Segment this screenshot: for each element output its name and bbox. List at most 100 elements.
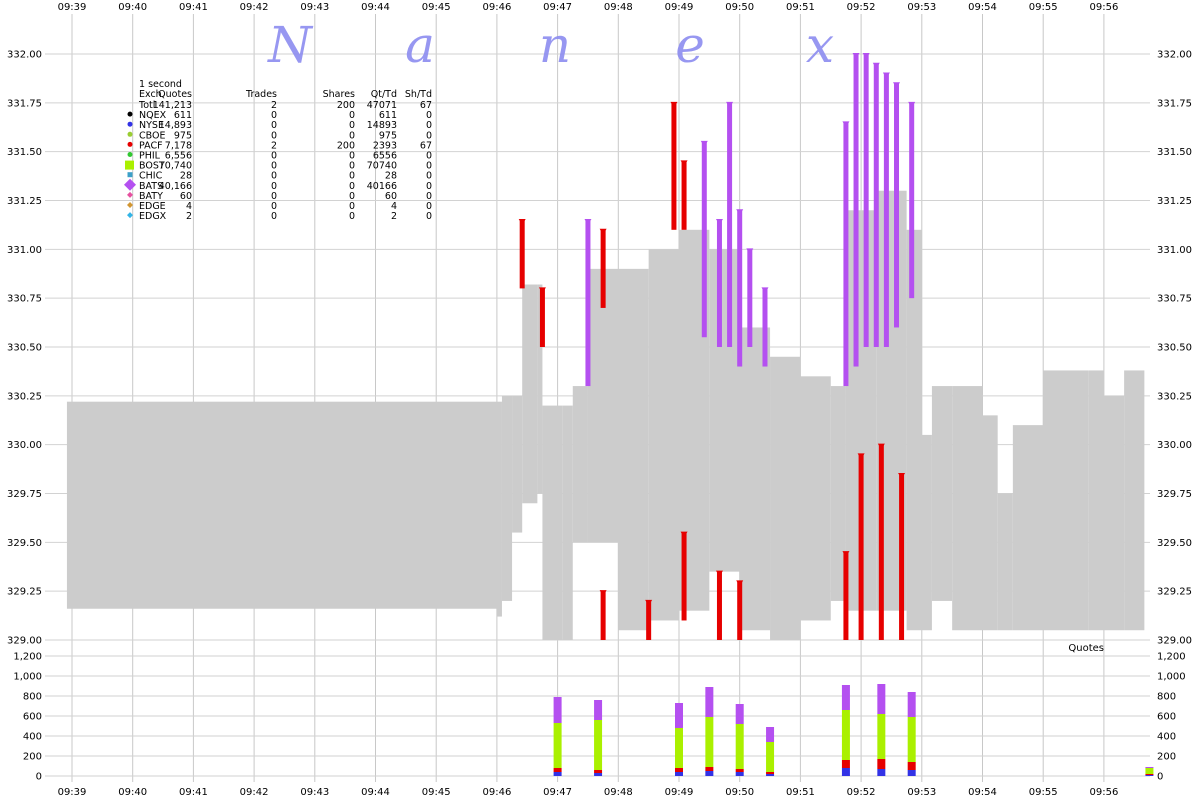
- legend-marker-cboe: [127, 131, 133, 137]
- nbbo-band-segment: [770, 356, 801, 640]
- nbbo-band-segment: [906, 229, 922, 631]
- nbbo-band-segment: [1012, 425, 1044, 631]
- price-tick-label-left: 332.00: [7, 50, 42, 61]
- volume-tick-label-left: 0: [36, 772, 42, 783]
- time-tick-label-top: 09:46: [482, 2, 511, 13]
- legend-header: Qt/Td: [371, 89, 397, 100]
- volume-bar-nyse: [841, 768, 850, 776]
- nbbo-band-segment: [982, 415, 998, 631]
- time-tick-label-bottom: 09:44: [361, 787, 390, 798]
- price-tick-label-left: 331.25: [7, 196, 42, 207]
- quote-spike: [873, 63, 879, 348]
- nbbo-band-segment: [1124, 370, 1145, 631]
- quote-spike: [539, 288, 545, 347]
- price-tick-label-left: 330.50: [7, 343, 42, 354]
- time-tick-label-bottom: 09:45: [422, 787, 451, 798]
- watermark-letter: n: [539, 16, 571, 74]
- price-tick-label-right: 331.75: [1157, 98, 1192, 109]
- volume-tick-label-right: 200: [1157, 752, 1176, 763]
- volume-panel-label: Quotes: [1068, 643, 1104, 654]
- time-tick-label-bottom: 09:50: [725, 787, 754, 798]
- watermark: Na n e x: [267, 16, 834, 74]
- legend-marker-edgx: [127, 212, 133, 219]
- legend-marker-pacf: [127, 141, 133, 147]
- quote-spike: [681, 532, 687, 621]
- legend-cell-shares: 0: [349, 211, 355, 222]
- time-tick-label-bottom: 09:56: [1089, 787, 1118, 798]
- quote-spike: [878, 444, 884, 640]
- legend-marker-phil: [127, 152, 133, 157]
- quote-spike: [883, 73, 889, 348]
- time-tick-label-top: 09:39: [58, 2, 87, 13]
- time-tick-label-bottom: 09:47: [543, 787, 572, 798]
- legend-header: Trades: [245, 89, 277, 100]
- quote-spike: [600, 229, 606, 308]
- price-tick-label-left: 329.00: [7, 636, 42, 647]
- volume-tick-label-left: 800: [23, 692, 42, 703]
- quote-spike: [843, 552, 849, 640]
- quote-spike: [737, 581, 743, 640]
- time-tick-label-bottom: 09:46: [482, 787, 511, 798]
- quote-spike: [899, 473, 905, 640]
- volume-bar-bost: [675, 728, 683, 768]
- volume-bar-bost: [1145, 768, 1154, 774]
- time-tick-label-top: 09:42: [240, 2, 269, 13]
- nbbo-band-segment: [562, 405, 573, 640]
- volume-bar-bats: [907, 692, 916, 717]
- time-tick-label-top: 09:49: [665, 2, 694, 13]
- volume-bar-nyse: [877, 769, 886, 776]
- quote-spike: [519, 220, 525, 289]
- quote-spike: [858, 454, 864, 640]
- price-tick-label-right: 330.50: [1157, 343, 1192, 354]
- volume-tick-label-left: 1,000: [13, 672, 42, 683]
- price-tick-label-left: 330.75: [7, 294, 42, 305]
- legend-marker-baty: [127, 191, 133, 198]
- time-tick-label-top: 09:52: [847, 2, 876, 13]
- quote-spike: [600, 591, 606, 640]
- legend-marker-nyse: [127, 121, 133, 127]
- quote-spike: [681, 161, 687, 230]
- nbbo-band-segment: [501, 395, 513, 601]
- volume-bar-bost: [705, 717, 714, 767]
- volume-bar-bats: [1145, 767, 1154, 768]
- time-tick-label-top: 09:44: [361, 2, 390, 13]
- quote-spike: [716, 220, 722, 347]
- time-tick-label-top: 09:53: [907, 2, 936, 13]
- time-tick-label-top: 09:47: [543, 2, 572, 13]
- volume-bar-bats: [766, 727, 775, 742]
- nbbo-band-segment: [496, 401, 502, 617]
- watermark-letter: x: [806, 16, 834, 74]
- quote-spike: [894, 83, 900, 328]
- nbbo-band-segment: [1103, 395, 1125, 631]
- quote-spike: [863, 54, 869, 347]
- nbbo-band-segment: [618, 268, 649, 631]
- nbbo-band-segment: [1043, 370, 1089, 631]
- volume-bar-pacf: [553, 768, 562, 772]
- nbbo-band-segment: [522, 284, 538, 504]
- volume-bar-nyse: [907, 770, 916, 776]
- quote-spike: [727, 102, 733, 347]
- time-tick-label-top: 09:51: [786, 2, 815, 13]
- volume-bar-bats: [841, 685, 850, 710]
- volume-bar-pacf: [594, 770, 603, 773]
- nbbo-band-segment: [709, 249, 740, 572]
- time-tick-label-bottom: 09:53: [907, 787, 936, 798]
- volume-bar-pacf: [705, 767, 714, 771]
- volume-bar-bats: [735, 704, 744, 724]
- price-tick-label-right: 330.25: [1157, 391, 1192, 402]
- quote-spike: [762, 288, 768, 367]
- price-tick-label-left: 330.00: [7, 440, 42, 451]
- nbbo-band-segment: [66, 401, 497, 609]
- volume-tick-label-right: 800: [1157, 692, 1176, 703]
- chart-area: Na n e x 09:39 09:39 09:40 09:40 09:41 09:41 09:4…: [0, 0, 1200, 800]
- price-tick-label-left: 331.00: [7, 245, 42, 256]
- nbbo-band-segment: [952, 386, 983, 631]
- time-tick-label-bottom: 09:54: [968, 787, 997, 798]
- time-tick-label-bottom: 09:48: [604, 787, 633, 798]
- volume-bar-nyse: [553, 772, 562, 776]
- legend-cell-shtd: 0: [426, 211, 432, 222]
- volume-bar-bost: [877, 714, 886, 759]
- volume-bar-pacf: [675, 768, 683, 772]
- time-tick-label-bottom: 09:42: [240, 787, 269, 798]
- quote-spike: [747, 249, 753, 347]
